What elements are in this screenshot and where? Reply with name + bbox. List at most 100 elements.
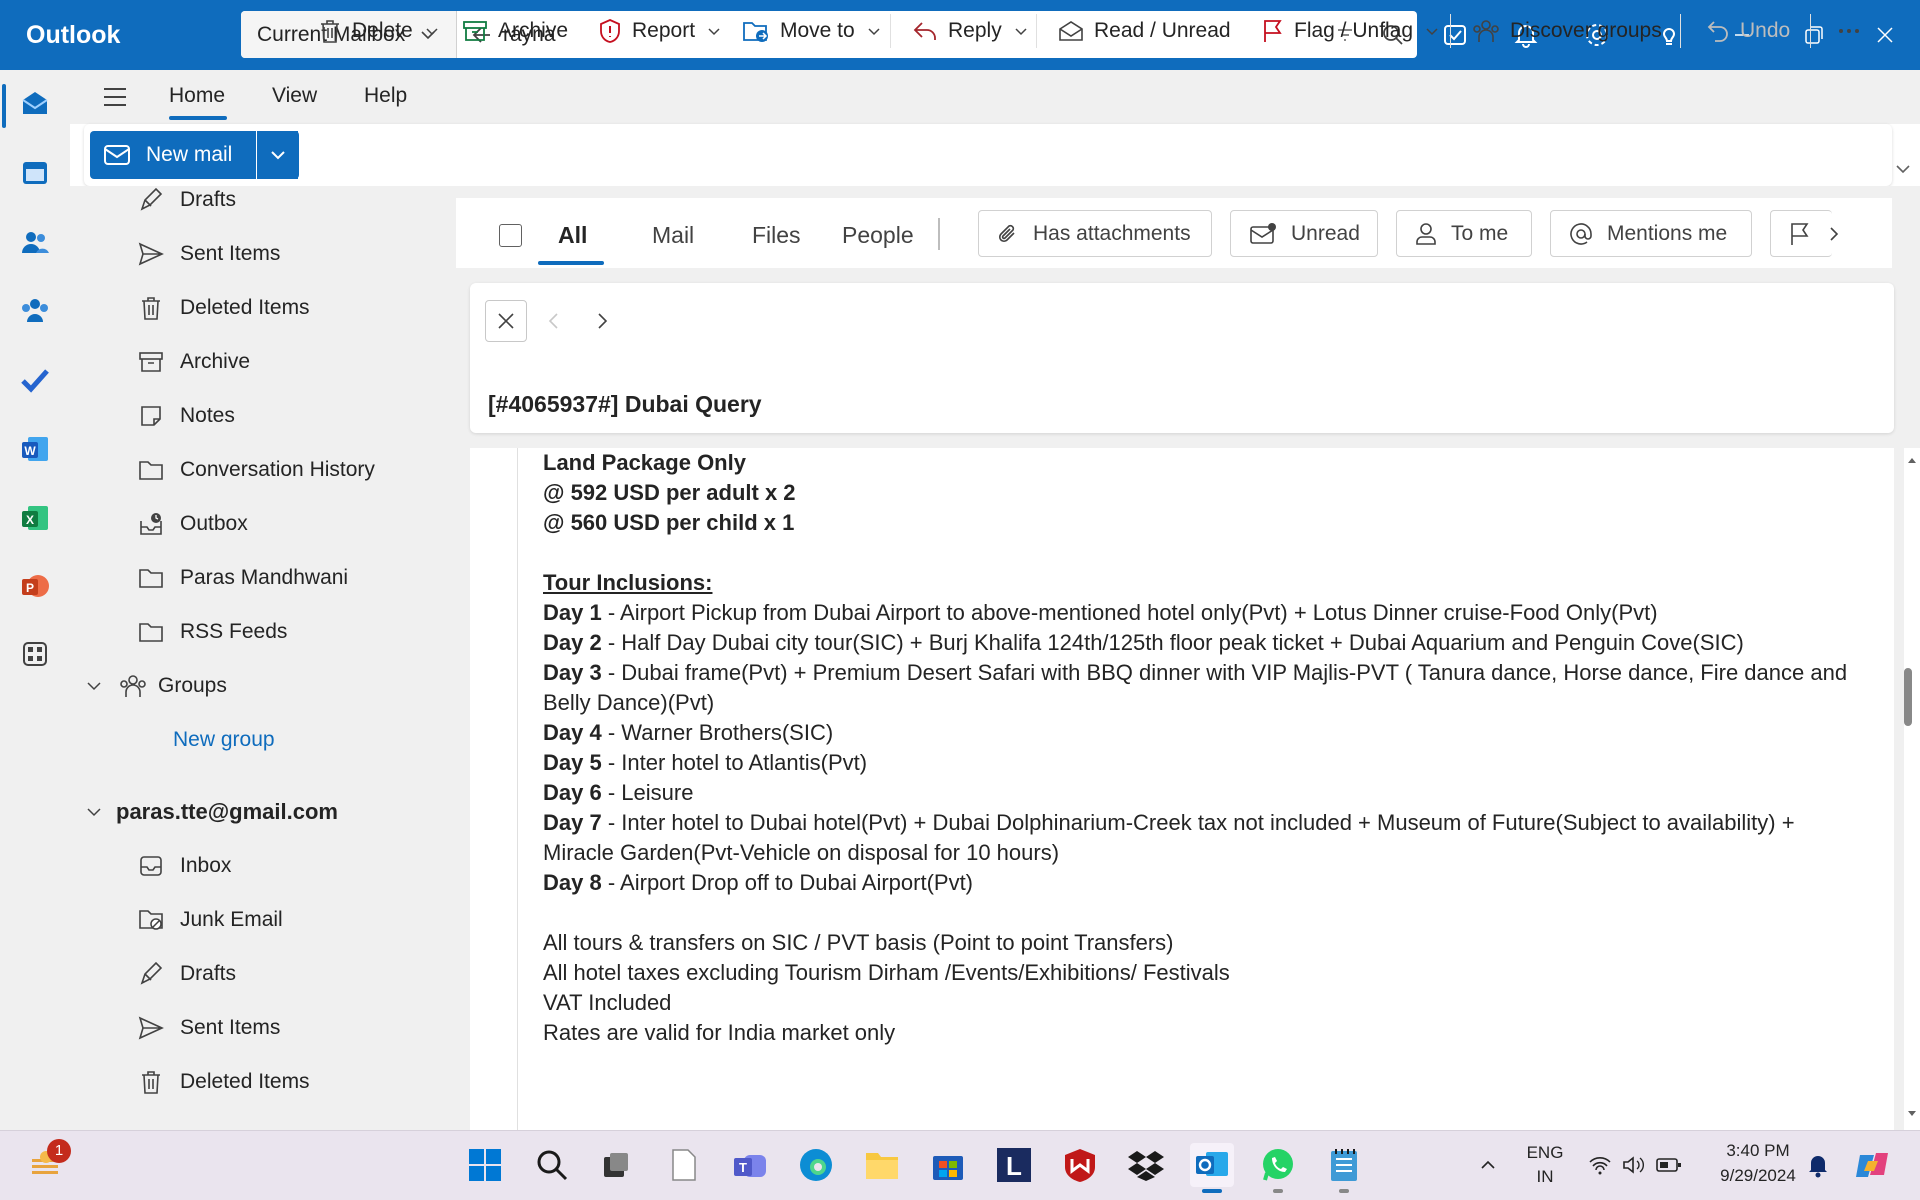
tab-home[interactable]: Home	[169, 84, 225, 108]
new-group-link[interactable]: New group	[173, 722, 275, 758]
folder-sent-items[interactable]: Sent Items	[136, 236, 280, 272]
clock-time[interactable]: 3:40 PM	[1706, 1141, 1810, 1161]
folder-inbox[interactable]: Inbox	[136, 848, 231, 884]
folder-deleted-items[interactable]: Deleted Items	[136, 290, 310, 326]
file-icon[interactable]	[662, 1143, 706, 1187]
folder-pane: Drafts Sent Items Deleted Items Archive …	[70, 186, 456, 1130]
people-app-icon[interactable]	[17, 224, 53, 260]
excel-app-icon[interactable]: X	[17, 500, 53, 536]
message-subject: [#4065937#] Dubai Query	[488, 391, 762, 417]
mail-app-icon[interactable]	[17, 86, 53, 122]
todo-icon[interactable]	[1436, 16, 1474, 54]
archive-button[interactable]: Archive	[462, 0, 568, 62]
folder-drafts[interactable]: Drafts	[136, 186, 236, 218]
mentions-me-chip[interactable]: Mentions me	[1550, 210, 1752, 257]
outbox-icon	[136, 511, 166, 537]
itinerary-day: Day 4 - Warner Brothers(SIC)	[543, 718, 1857, 748]
edge-browser-icon[interactable]	[794, 1143, 838, 1187]
notification-bell-icon[interactable]	[1796, 1143, 1840, 1187]
dropbox-icon[interactable]	[1124, 1143, 1168, 1187]
folder-notes[interactable]: Notes	[136, 398, 235, 434]
folder-deleted-items[interactable]: Deleted Items	[136, 1064, 310, 1100]
flag-unflag-button[interactable]: Flag / Unflag	[1262, 0, 1439, 62]
unread-chip[interactable]: Unread	[1230, 210, 1378, 257]
l-app-icon[interactable]: L	[992, 1143, 1036, 1187]
move-to-button[interactable]: Move to	[742, 0, 881, 62]
restore-icon[interactable]	[1795, 16, 1833, 54]
archive-icon	[462, 19, 488, 43]
archive-label: Archive	[498, 19, 569, 42]
to-me-chip[interactable]: To me	[1396, 210, 1532, 257]
copilot-icon[interactable]	[1850, 1143, 1894, 1187]
reply-button[interactable]: Reply	[912, 0, 1028, 62]
mcafee-icon[interactable]	[1058, 1143, 1102, 1187]
delete-button[interactable]: Delete	[318, 0, 439, 62]
more-apps-icon[interactable]	[17, 636, 53, 672]
groups-app-icon[interactable]	[17, 292, 53, 328]
has-attachments-chip[interactable]: Has attachments	[978, 210, 1212, 257]
filter-tab-all[interactable]: All	[558, 222, 587, 249]
taskbar-search-icon[interactable]	[530, 1143, 574, 1187]
folder-archive[interactable]: Archive	[136, 344, 250, 380]
outlook-taskbar-icon[interactable]	[1190, 1143, 1234, 1187]
powerpoint-app-icon[interactable]: P	[17, 568, 53, 604]
filter-tab-mail[interactable]: Mail	[652, 222, 694, 249]
ribbon-expand-chevron-icon[interactable]	[1894, 160, 1912, 178]
notepad-icon[interactable]	[1322, 1143, 1366, 1187]
scrollbar-track[interactable]	[1904, 448, 1920, 1130]
microsoft-store-icon[interactable]	[926, 1143, 970, 1187]
filter-tab-people[interactable]: People	[842, 222, 914, 249]
tray-status-icons[interactable]	[1580, 1143, 1690, 1187]
folder-outbox[interactable]: Outbox	[136, 506, 248, 542]
region-indicator[interactable]: IN	[1520, 1167, 1570, 1187]
report-button[interactable]: Report	[598, 0, 721, 62]
tab-view[interactable]: View	[272, 84, 317, 108]
folder-rss-feeds[interactable]: RSS Feeds	[136, 614, 287, 650]
previous-arrow-icon[interactable]	[546, 311, 562, 331]
folder-paras-mandhwani[interactable]: Paras Mandhwani	[136, 560, 348, 596]
chevron-down-icon[interactable]	[867, 24, 881, 38]
word-app-icon[interactable]: W	[17, 431, 53, 467]
itinerary-day: Day 2 - Half Day Dubai city tour(SIC) + …	[543, 628, 1857, 658]
clock-date[interactable]: 9/29/2024	[1706, 1166, 1810, 1186]
folder-sent-items[interactable]: Sent Items	[136, 1010, 280, 1046]
folder-junk-email[interactable]: Junk Email	[136, 902, 283, 938]
shield-icon	[598, 18, 622, 44]
hamburger-icon[interactable]	[102, 86, 128, 108]
groups-section-header[interactable]: Groups	[86, 668, 227, 704]
chevron-down-icon[interactable]	[1014, 24, 1028, 38]
person-icon	[1415, 222, 1437, 246]
filter-tab-files[interactable]: Files	[752, 222, 801, 249]
flagged-chip[interactable]	[1770, 210, 1832, 257]
tab-help[interactable]: Help	[364, 84, 407, 108]
next-arrow-icon[interactable]	[594, 311, 610, 331]
undo-button[interactable]: Undo	[1706, 0, 1790, 62]
account-header[interactable]: paras.tte@gmail.com	[86, 794, 338, 830]
todo-app-icon[interactable]	[17, 362, 53, 398]
whatsapp-icon[interactable]	[1256, 1143, 1300, 1187]
select-all-checkbox[interactable]	[499, 224, 522, 247]
chevron-down-icon[interactable]	[425, 24, 439, 38]
ellipsis-icon	[1838, 28, 1860, 34]
new-mail-dropdown[interactable]	[256, 131, 299, 179]
discover-groups-button[interactable]: Discover groups	[1472, 0, 1662, 62]
read-unread-button[interactable]: Read / Unread	[1058, 0, 1231, 62]
more-options-button[interactable]	[1838, 0, 1860, 62]
teams-icon[interactable]: T	[728, 1143, 772, 1187]
chevron-down-icon[interactable]	[707, 24, 721, 38]
scroll-down-icon[interactable]	[1907, 1110, 1917, 1118]
chevron-down-icon[interactable]	[1425, 24, 1439, 38]
start-windows-icon[interactable]	[463, 1143, 507, 1187]
task-view-icon[interactable]	[594, 1143, 638, 1187]
scrollbar-thumb[interactable]	[1904, 668, 1912, 726]
language-indicator[interactable]: ENG	[1520, 1143, 1570, 1163]
close-window-icon[interactable]	[1866, 16, 1904, 54]
chevron-right-icon[interactable]	[1826, 225, 1842, 243]
tray-chevron-up-icon[interactable]	[1466, 1143, 1510, 1187]
calendar-app-icon[interactable]	[17, 154, 53, 190]
file-explorer-icon[interactable]	[860, 1143, 904, 1187]
scroll-up-icon[interactable]	[1907, 456, 1917, 464]
folder-conversation-history[interactable]: Conversation History	[136, 452, 375, 488]
close-reading-button[interactable]	[485, 300, 527, 342]
folder-drafts[interactable]: Drafts	[136, 956, 236, 992]
